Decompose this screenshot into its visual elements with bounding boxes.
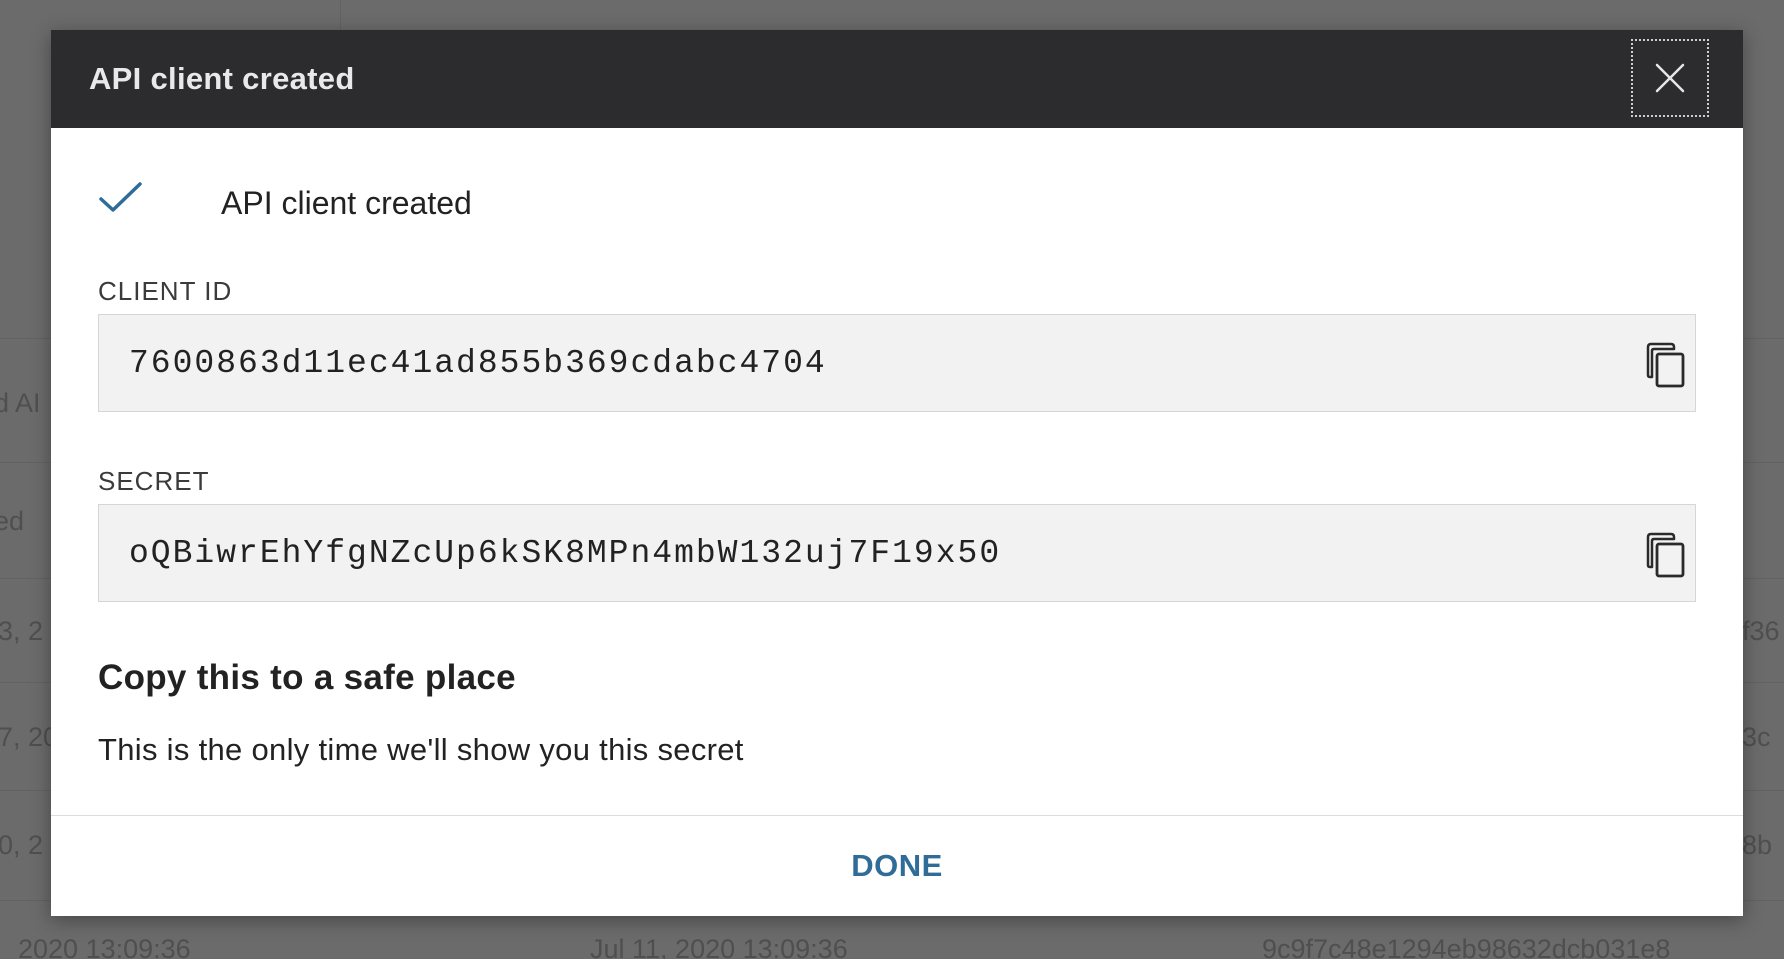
- background-text: d AI: [0, 388, 41, 418]
- status-text: API client created: [221, 185, 472, 221]
- warning-text: This is the only time we'll show you thi…: [98, 732, 744, 767]
- client-id-field[interactable]: 7600863d11ec41ad855b369cdabc4704: [98, 314, 1696, 412]
- background-text: 2020 13:09:36: [18, 934, 191, 959]
- copy-icon: [1646, 532, 1685, 578]
- copy-secret-button[interactable]: [1644, 531, 1688, 579]
- background-text: Jul 11, 2020 13:09:36: [590, 934, 848, 959]
- checkmark-icon: [99, 182, 142, 212]
- background-text: 3, 2: [0, 616, 44, 646]
- background-text: 9c9f7c48e1294eb98632dcb031e8: [1262, 934, 1671, 959]
- secret-label: SECRET: [98, 466, 210, 496]
- secret-field[interactable]: oQBiwrEhYfgNZcUp6kSK8MPn4mbW132uj7F19x50: [98, 504, 1696, 602]
- done-button[interactable]: DONE: [51, 816, 1743, 916]
- background-text: 3c: [1742, 722, 1771, 752]
- dialog-header: API client created: [51, 30, 1743, 128]
- copy-icon: [1646, 342, 1685, 388]
- close-icon: [1655, 63, 1685, 93]
- client-id-value[interactable]: 7600863d11ec41ad855b369cdabc4704: [129, 345, 827, 382]
- background-text: 8b: [1742, 830, 1773, 860]
- dialog-title: API client created: [89, 61, 355, 96]
- secret-value[interactable]: oQBiwrEhYfgNZcUp6kSK8MPn4mbW132uj7F19x50: [129, 535, 1001, 572]
- warning-title: Copy this to a safe place: [98, 658, 516, 697]
- background-text: 7, 20: [0, 722, 59, 752]
- background-text: f36: [1742, 616, 1780, 646]
- client-id-label: CLIENT ID: [98, 276, 233, 306]
- background-text: ed: [0, 506, 25, 536]
- api-client-dialog: API client created API client created CL…: [51, 30, 1743, 916]
- copy-client-id-button[interactable]: [1644, 341, 1688, 389]
- close-button[interactable]: [1631, 39, 1709, 117]
- background-text: 0, 2: [0, 830, 44, 860]
